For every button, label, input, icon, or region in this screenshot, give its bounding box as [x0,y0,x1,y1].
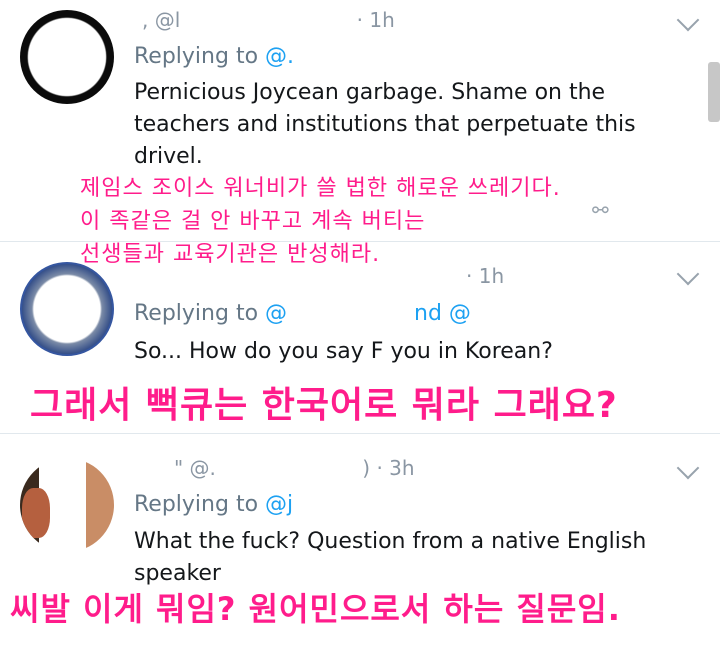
replying-to: Replying to @. [134,44,295,69]
replying-handle[interactable]: @ [265,301,287,326]
chevron-down-icon[interactable] [676,456,700,480]
tweet-text: Pernicious Joycean garbage. Shame on the… [134,80,636,169]
tweet-text: What the fuck? Question from a native En… [134,529,647,586]
tweet-time: · 1h [356,8,395,32]
handle-fragment: , @l [142,8,181,32]
tweet-text: So... How do you say F you in Korean? [134,339,553,364]
replying-handle-2[interactable]: nd @ [414,301,471,326]
korean-translation: 그래서 뻑큐는 한국어로 뭐라 그래요? [30,385,618,426]
avatar[interactable] [20,10,114,104]
chevron-down-icon[interactable] [676,8,700,32]
tweet-header: , @l · 1h [134,8,395,32]
korean-translation: 씨발 이게 뭐임? 원어민으로서 하는 질문임. [10,590,621,628]
replying-to: Replying to @j [134,492,294,517]
handle-fragment: " @. [174,456,216,480]
avatar[interactable] [20,458,114,552]
chevron-down-icon[interactable] [676,262,700,286]
replying-handle[interactable]: @. [265,44,294,69]
replying-to: Replying to @ nd @ [134,301,471,326]
replying-handle[interactable]: @j [265,492,293,517]
scrollbar[interactable] [708,62,720,122]
tweet-time: · 1h [466,264,505,288]
tweet-time: ) · 3h [362,456,415,480]
tweet-header: " @. ) · 3h [134,456,415,480]
avatar[interactable] [20,262,114,356]
link-icon[interactable]: ⚯ [592,198,609,222]
tweet-header: · 1h [134,264,504,288]
